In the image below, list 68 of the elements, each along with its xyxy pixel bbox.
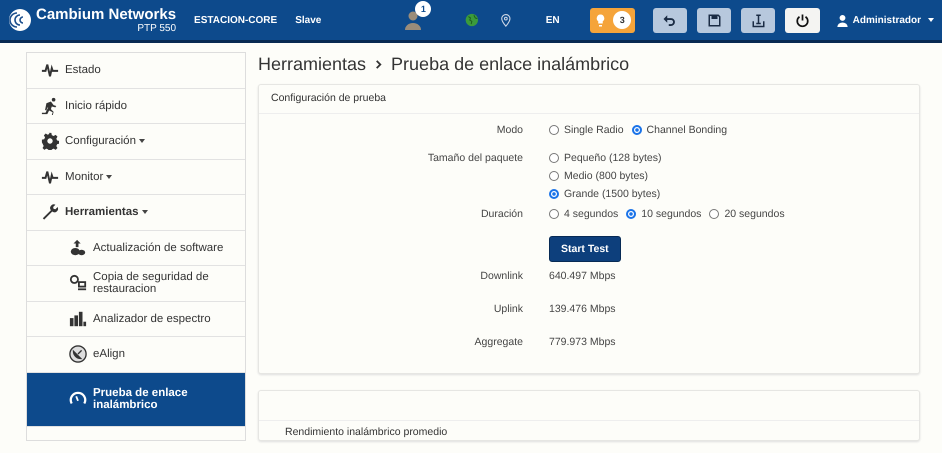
sidebar-item[interactable]: Prueba de enlace inalámbrico [27,372,245,426]
field-label: Modo [496,124,523,136]
sidebar-item[interactable]: Copia de seguridad de restauracion [27,266,245,302]
radio-button[interactable] [632,125,642,135]
sidebar-item[interactable]: Inicio rápido [27,88,245,124]
user-icon[interactable] [403,10,424,30]
user-icon [836,14,849,26]
logo-icon [8,8,32,32]
radio-option[interactable]: 10 segundos [626,208,702,220]
upload-icon [750,12,766,28]
radio-option[interactable]: Single Radio [549,124,624,136]
alerts-count: 3 [613,11,632,29]
sidebar-item[interactable]: Configuración [27,124,245,160]
panel-title: Configuración de prueba [271,92,386,104]
radio-button[interactable] [549,171,559,181]
caret-icon [928,18,934,22]
brand-name: Cambium Networks [36,6,176,22]
start-test-button[interactable]: Start Test [549,236,621,262]
radio-button[interactable] [709,209,720,219]
model-name: PTP 550 [137,24,176,34]
sidebar-item[interactable]: Estado [27,53,245,88]
radio-option[interactable]: Grande (1500 bytes) [549,188,662,200]
breadcrumb-item: Prueba de enlace inalámbrico [391,54,630,74]
field-value: 139.476 Mbps [549,303,616,315]
alerts-button[interactable]: 3 [590,8,635,32]
sidebar-item[interactable]: Actualización de software [27,230,245,266]
upload-button[interactable] [741,8,776,32]
bar-chart-icon [69,310,87,328]
radio-button[interactable] [549,153,559,163]
field-value: 640.497 Mbps [549,270,616,282]
gear-icon [41,132,59,150]
radio-option[interactable]: Medio (800 bytes) [549,170,662,182]
device-name: ESTACION-CORE [194,14,278,26]
chevron-right-icon [374,60,384,68]
wrench-icon [41,203,59,222]
sidebar-item[interactable]: Herramientas [27,195,245,230]
field-label: Duración [480,208,523,220]
language-selector[interactable]: EN [546,14,560,26]
radio-button[interactable] [626,209,636,219]
radio-option[interactable]: 4 segundos [549,208,618,220]
device-role: Slave [295,14,322,26]
field-value: 779.973 Mbps [549,336,616,348]
backup-icon [69,274,87,292]
upload-icon [69,238,87,257]
radio-option[interactable]: Pequeño (128 bytes) [549,152,662,164]
radio-option[interactable]: 20 segundos [709,208,785,220]
field-label: Aggregate [474,336,523,348]
notification-badge: 1 [415,1,432,17]
power-icon [795,12,810,28]
radio-button[interactable] [549,189,559,199]
panel-title: Rendimiento inalámbrico promedio [285,426,448,438]
satellite-dish-icon [69,345,87,364]
radio-button[interactable] [549,125,559,135]
undo-icon [662,12,678,28]
breadcrumb-item[interactable]: Herramientas [258,54,366,74]
field-label: Tamaño del paquete [428,152,523,164]
runner-icon [41,96,59,115]
radio-button[interactable] [549,209,559,219]
power-button[interactable] [785,8,820,32]
sidebar-item[interactable]: Monitor [27,160,245,195]
sidebar-item[interactable]: Analizador de espectro [27,302,245,337]
radio-option[interactable]: Channel Bonding [632,124,728,136]
user-menu[interactable]: Administrador [836,14,934,26]
save-icon [706,12,722,28]
field-label: Uplink [494,303,523,315]
undo-button[interactable] [652,8,688,32]
field-label: Downlink [480,270,523,282]
save-button[interactable] [697,8,732,32]
